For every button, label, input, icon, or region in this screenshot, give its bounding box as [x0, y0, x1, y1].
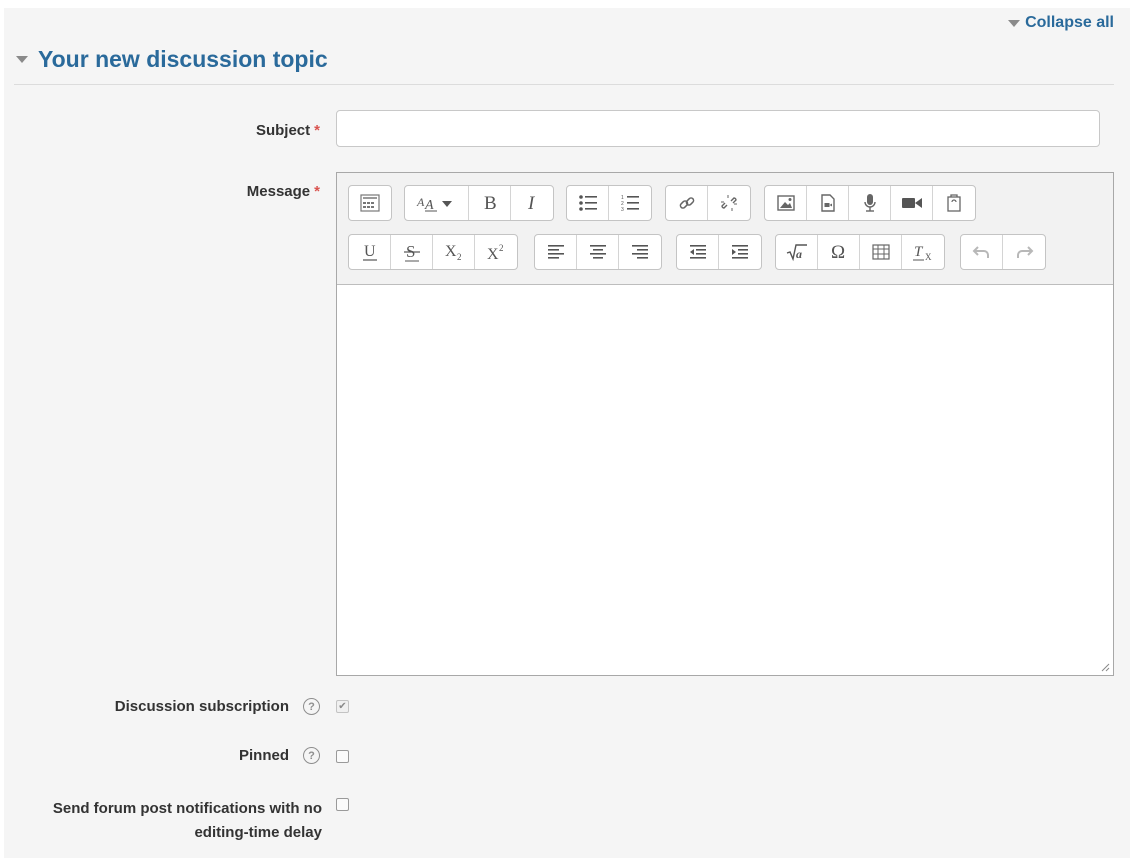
- message-content-area[interactable]: [337, 285, 1113, 675]
- editor-toolbar: AA B I 123 U S X 2 X 2 a Ω T X: [337, 173, 1113, 285]
- svg-text:X: X: [925, 252, 932, 262]
- svg-text:B: B: [484, 193, 497, 213]
- manage-files-icon[interactable]: [933, 186, 975, 220]
- help-icon[interactable]: ?: [303, 698, 320, 715]
- help-icon[interactable]: ?: [303, 747, 320, 764]
- undo-icon[interactable]: [961, 235, 1003, 269]
- svg-text:X: X: [445, 243, 457, 260]
- triangle-down-icon: [16, 56, 28, 63]
- toolbar-group-insert: a Ω TX: [775, 234, 945, 270]
- bold-icon[interactable]: B: [469, 186, 511, 220]
- svg-text:U: U: [364, 243, 376, 260]
- table-icon[interactable]: [860, 235, 902, 269]
- svg-text:X: X: [487, 246, 499, 262]
- clear-formatting-icon[interactable]: TX: [902, 235, 944, 269]
- no-delay-label-line2: editing-time delay: [194, 824, 322, 841]
- align-left-icon[interactable]: [535, 235, 577, 269]
- toolbar-group-media: [764, 185, 976, 221]
- collapse-all-label: Collapse all: [1025, 14, 1114, 31]
- required-icon: *: [314, 183, 320, 200]
- record-audio-icon[interactable]: [849, 186, 891, 220]
- unlink-icon[interactable]: [708, 186, 750, 220]
- pinned-row: Pinned ?: [239, 747, 320, 764]
- svg-text:A: A: [416, 195, 425, 209]
- toolbar-group-lists: 123: [566, 185, 652, 221]
- svg-text:T: T: [914, 244, 924, 260]
- special-character-icon[interactable]: Ω: [818, 235, 860, 269]
- toolbar-group-align: [534, 234, 662, 270]
- discussion-subscription-row: Discussion subscription ?: [115, 698, 320, 715]
- redo-icon[interactable]: [1003, 235, 1045, 269]
- subject-input[interactable]: [336, 110, 1100, 147]
- underline-icon[interactable]: U: [349, 235, 391, 269]
- unordered-list-icon[interactable]: [567, 186, 609, 220]
- section-title: Your new discussion topic: [38, 46, 328, 72]
- message-editor: AA B I 123 U S X 2 X 2 a Ω T X: [336, 172, 1114, 676]
- link-icon[interactable]: [666, 186, 708, 220]
- collapse-all-link[interactable]: Collapse all: [1008, 14, 1114, 32]
- subject-label-text: Subject: [255, 122, 311, 139]
- toolbar-group-links: [665, 185, 751, 221]
- subject-label: Subject *: [256, 122, 320, 139]
- pinned-label: Pinned: [238, 747, 289, 764]
- superscript-icon[interactable]: X2: [475, 235, 517, 269]
- indent-icon[interactable]: [719, 235, 761, 269]
- no-delay-label-line1: Send forum post notifications with no: [52, 800, 322, 817]
- align-right-icon[interactable]: [619, 235, 661, 269]
- message-label-text: Message: [246, 183, 311, 200]
- resize-grip-icon[interactable]: [1100, 662, 1110, 672]
- discussion-subscription-label: Discussion subscription: [114, 698, 289, 715]
- svg-text:a: a: [796, 247, 802, 261]
- section-divider: [14, 84, 1114, 85]
- media-icon[interactable]: [807, 186, 849, 220]
- svg-text:2: 2: [457, 252, 462, 262]
- toolbar-group-history: [960, 234, 1046, 270]
- svg-text:2: 2: [499, 243, 504, 253]
- strikethrough-icon[interactable]: S: [391, 235, 433, 269]
- no-delay-checkbox[interactable]: [336, 798, 349, 811]
- discussion-subscription-checkbox[interactable]: ✔: [336, 700, 349, 713]
- font-style-icon[interactable]: AA: [405, 186, 469, 220]
- svg-text:3: 3: [621, 207, 624, 212]
- subscript-icon[interactable]: X2: [433, 235, 475, 269]
- no-delay-label: Send forum post notifications with no ed…: [53, 797, 322, 845]
- toolbar-toggle-icon[interactable]: [349, 186, 391, 220]
- toolbar-group-indent: [676, 234, 762, 270]
- ordered-list-icon[interactable]: 123: [609, 186, 651, 220]
- image-icon[interactable]: [765, 186, 807, 220]
- toolbar-group-format: U S X2 X2: [348, 234, 518, 270]
- align-center-icon[interactable]: [577, 235, 619, 269]
- svg-text:Ω: Ω: [831, 242, 845, 262]
- svg-text:I: I: [527, 193, 536, 213]
- form-panel: Collapse all Your new discussion topic S…: [4, 8, 1130, 858]
- italic-icon[interactable]: I: [511, 186, 553, 220]
- triangle-down-icon: [1008, 19, 1021, 27]
- toolbar-group-style: AA B I: [404, 185, 554, 221]
- toolbar-group-collapse: [348, 185, 392, 221]
- equation-icon[interactable]: a: [776, 235, 818, 269]
- outdent-icon[interactable]: [677, 235, 719, 269]
- required-icon: *: [314, 122, 320, 139]
- section-toggle[interactable]: Your new discussion topic: [16, 46, 328, 73]
- message-label: Message *: [247, 183, 320, 200]
- pinned-checkbox[interactable]: [336, 750, 349, 763]
- record-video-icon[interactable]: [891, 186, 933, 220]
